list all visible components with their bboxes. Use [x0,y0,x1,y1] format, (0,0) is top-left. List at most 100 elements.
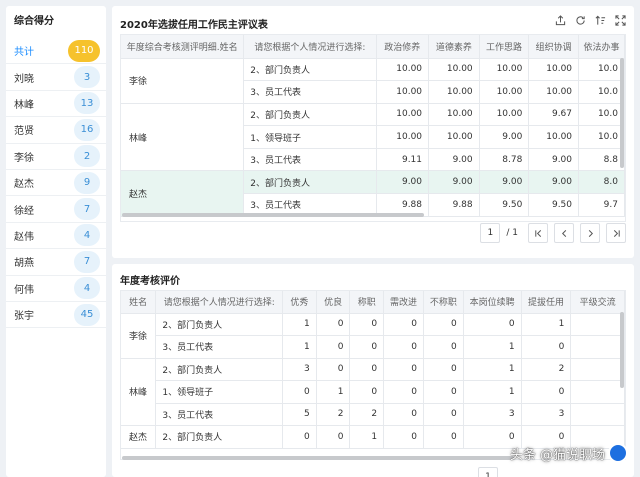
value-cell: 0 [383,335,424,359]
card-toolbar [555,15,626,26]
score-item[interactable]: 赵杰 9 [6,170,106,197]
annual-table-viewport[interactable]: 姓名 请您根据个人情况进行选择: 优秀 优良 称职 需改进 不称职 本岗位续聘 提拔任用 平级交流… [120,290,626,460]
value-cell: 9.50 [528,193,580,217]
next-page-icon [586,229,595,238]
column-header[interactable]: 请您根据个人情况进行选择: [155,291,284,314]
role-cell: 2、部门负责人 [155,313,284,336]
annual-vertical-scrollbar[interactable] [620,312,624,388]
value-cell: 2 [316,403,351,426]
table-row[interactable]: 3、员工代表 1 0 0 0 0 1 0 [121,335,625,359]
column-header[interactable]: 依法办事 [578,35,625,59]
table-row[interactable]: 林峰 2、部门负责人 3 0 0 0 0 1 2 [121,358,625,426]
value-cell: 0 [316,425,351,449]
value-cell [570,313,625,336]
table-row[interactable]: 林峰 2、部门负责人 10.00 10.00 10.00 9.67 10.0 [121,103,625,172]
value-cell: 10.0 [578,58,625,82]
value-cell: 8.8 [578,148,625,172]
role-cell: 3、员工代表 [243,80,377,104]
score-item[interactable]: 何伟 4 [6,276,106,302]
page-number-input[interactable]: 1 [480,223,501,243]
table-row[interactable]: 赵杰 2、部门负责人 9.00 9.00 9.00 9.00 8.0 [121,170,625,217]
score-item[interactable]: 范贤 16 [6,117,106,144]
first-page-icon [534,229,543,238]
value-cell: 8.78 [479,148,530,172]
score-item-name: 范贤 [14,126,34,138]
page-total: / 1 [506,228,518,238]
first-page-button[interactable] [528,223,548,243]
prev-page-button[interactable] [554,223,574,243]
column-header[interactable]: 优良 [316,291,351,314]
value-cell: 1 [463,380,522,404]
last-page-button[interactable] [606,223,626,243]
column-header[interactable]: 称职 [349,291,385,314]
value-cell: 0 [423,313,464,336]
score-item-name: 胡燕 [14,258,34,270]
next-page-button[interactable] [580,223,600,243]
score-item-name: 林峰 [14,99,34,111]
annual-page-number-input[interactable]: 1 [478,467,498,477]
annual-horizontal-scrollbar[interactable] [122,456,514,460]
value-cell: 0 [349,380,385,404]
table-row[interactable]: 李徐 2、部门负责人 1 0 0 0 0 0 1 [121,313,625,359]
sort-icon[interactable] [595,15,606,26]
column-header[interactable]: 不称职 [423,291,464,314]
column-header[interactable]: 年度综合考核测评明细.姓名 [121,35,245,59]
value-cell: 1 [349,425,385,449]
prev-page-icon [560,229,569,238]
role-cell: 2、部门负责人 [243,170,377,195]
column-header[interactable]: 道德素养 [428,35,480,59]
person-name-cell: 赵杰 [121,425,157,449]
score-item[interactable]: 胡燕 7 [6,249,106,276]
eval-table-viewport[interactable]: 年度综合考核测评明细.姓名 请您根据个人情况进行选择: 政治修养 道德素养 工作思路 组织… [120,34,626,222]
value-cell: 9.50 [479,193,530,217]
score-item[interactable]: 徐经 7 [6,196,106,223]
column-header[interactable]: 提拔任用 [521,291,572,314]
value-cell: 9.00 [376,170,430,195]
score-panel-title: 综合得分 [14,16,54,27]
score-item[interactable]: 张宇 45 [6,302,106,329]
value-cell: 9.00 [528,148,580,172]
value-cell [570,358,625,381]
eval-horizontal-scrollbar[interactable] [122,213,424,217]
score-count-badge: 3 [74,66,100,89]
role-cell: 3、员工代表 [155,403,284,426]
column-header[interactable]: 优秀 [282,291,317,314]
fullscreen-icon[interactable] [615,15,626,26]
table-row[interactable]: 1、领导班子 0 1 0 0 0 1 0 [121,380,625,404]
person-name-cell: 李徐 [121,58,245,104]
score-item[interactable]: 林峰 13 [6,91,106,118]
eval-vertical-scrollbar[interactable] [620,58,624,168]
value-cell: 0 [463,313,522,336]
score-item-total[interactable]: 共计 110 [6,38,106,65]
value-cell: 0 [349,358,385,381]
score-item-name: 赵杰 [14,179,34,191]
score-item[interactable]: 李徐 2 [6,144,106,170]
column-header[interactable]: 姓名 [121,291,157,314]
value-cell: 0 [349,335,385,359]
score-item[interactable]: 刘晓 3 [6,64,106,91]
column-header[interactable]: 政治修养 [376,35,430,59]
value-cell: 0 [423,358,464,381]
column-header[interactable]: 本岗位续聘 [463,291,522,314]
export-icon[interactable] [555,15,566,26]
value-cell: 10.00 [528,125,580,149]
value-cell: 2 [349,403,385,426]
column-header[interactable]: 需改进 [383,291,424,314]
score-item-name: 张宇 [14,311,34,323]
value-cell: 9.00 [479,125,530,149]
refresh-icon[interactable] [575,15,586,26]
column-header[interactable]: 请您根据个人情况进行选择: [243,35,377,59]
role-cell: 3、员工代表 [155,335,284,359]
value-cell: 9.00 [479,170,530,195]
table-row[interactable]: 李徐 2、部门负责人 10.00 10.00 10.00 10.00 10.0 [121,58,625,104]
column-header[interactable]: 平级交流 [570,291,625,314]
value-cell: 10.0 [578,103,625,127]
column-header[interactable]: 组织协调 [528,35,580,59]
annual-table-header-row: 姓名 请您根据个人情况进行选择: 优秀 优良 称职 需改进 不称职 本岗位续聘 提拔任用 平级交流 [121,291,625,314]
value-cell: 0 [282,380,317,404]
table-row[interactable]: 3、员工代表 5 2 2 0 0 3 3 [121,403,625,426]
value-cell: 10.00 [428,80,480,104]
score-item[interactable]: 赵伟 4 [6,223,106,250]
value-cell [570,403,625,426]
column-header[interactable]: 工作思路 [479,35,530,59]
